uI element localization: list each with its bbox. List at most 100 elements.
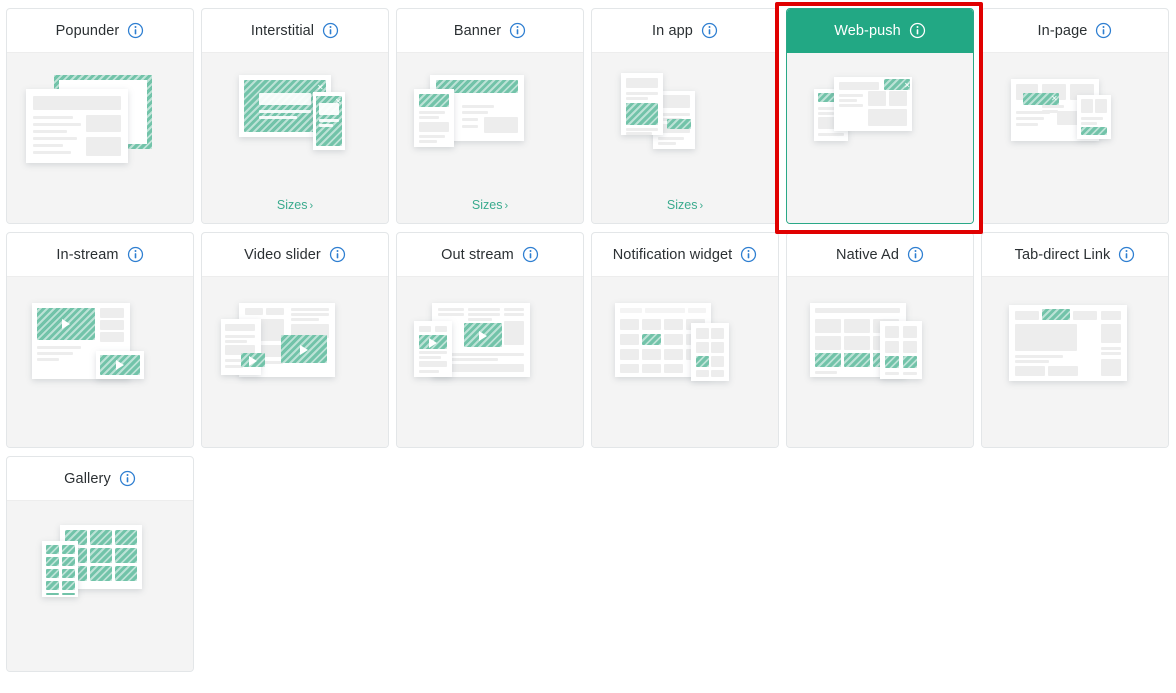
format-card-notification-widget[interactable]: Notification widget: [591, 232, 779, 448]
format-card-header[interactable]: Notification widget: [592, 233, 778, 277]
info-icon[interactable]: [127, 246, 144, 263]
format-card-preview: [397, 277, 583, 447]
format-thumbnail-popunder: [20, 67, 180, 171]
info-icon[interactable]: [1118, 246, 1135, 263]
mock-block: [419, 326, 431, 332]
info-icon-wrap[interactable]: [1118, 246, 1135, 263]
mock-line: [1101, 347, 1121, 350]
mock-block: [1073, 311, 1097, 320]
format-card-header[interactable]: In-page: [982, 9, 1168, 53]
info-icon[interactable]: [322, 22, 339, 39]
sizes-link[interactable]: Sizes ›: [202, 198, 388, 212]
mock-line: [1016, 117, 1044, 120]
format-card-header[interactable]: Tab-direct Link: [982, 233, 1168, 277]
close-icon[interactable]: ✕: [317, 84, 324, 92]
format-card-out-stream[interactable]: Out stream: [396, 232, 584, 448]
sizes-link[interactable]: Sizes ›: [592, 198, 778, 212]
format-card-native-ad[interactable]: Native Ad: [786, 232, 974, 448]
mock-line: [462, 118, 478, 121]
mock-ad-slot: [115, 566, 137, 581]
info-icon[interactable]: [740, 246, 757, 263]
info-icon-wrap[interactable]: [127, 246, 144, 263]
info-icon-wrap[interactable]: [909, 22, 926, 39]
info-icon-wrap[interactable]: [509, 22, 526, 39]
mock-block: [100, 320, 124, 330]
close-icon[interactable]: ✕: [1051, 95, 1058, 103]
info-icon[interactable]: [907, 246, 924, 263]
info-icon[interactable]: [1095, 22, 1112, 39]
info-icon[interactable]: [119, 470, 136, 487]
format-thumbnail-in-page: ✕: [995, 67, 1155, 171]
mock-block: [86, 115, 121, 132]
format-card-header[interactable]: Banner: [397, 9, 583, 53]
mock-line: [1016, 111, 1050, 114]
mock-line: [438, 313, 464, 316]
info-icon[interactable]: [509, 22, 526, 39]
format-card-banner[interactable]: Banner Sizes ›: [396, 8, 584, 224]
format-card-header[interactable]: Video slider: [202, 233, 388, 277]
format-card-header[interactable]: Web-push: [787, 9, 973, 53]
chevron-right-icon: ›: [504, 200, 509, 212]
format-thumbnail-gallery: [20, 515, 180, 619]
format-card-interstitial[interactable]: Interstitial ✕ ✕ Sizes ›: [201, 8, 389, 224]
mock-block: [626, 78, 658, 88]
format-card-in-stream[interactable]: In-stream: [6, 232, 194, 448]
format-card-gallery[interactable]: Gallery: [6, 456, 194, 672]
mock-ad-slot: [1042, 309, 1070, 320]
info-icon-wrap[interactable]: [329, 246, 346, 263]
format-card-video-slider[interactable]: Video slider: [201, 232, 389, 448]
format-card-title: Tab-direct Link: [1014, 246, 1111, 263]
format-card-preview: Sizes ›: [592, 53, 778, 223]
mock-line: [462, 125, 478, 128]
info-icon[interactable]: [127, 22, 144, 39]
mock-block: [1095, 99, 1107, 113]
info-icon-wrap[interactable]: [322, 22, 339, 39]
format-card-web-push[interactable]: Web-push ✕: [786, 8, 974, 224]
info-icon-wrap[interactable]: [907, 246, 924, 263]
mock-ad-slot: [62, 545, 75, 554]
format-card-header[interactable]: In app: [592, 9, 778, 53]
format-card-header[interactable]: Popunder: [7, 9, 193, 53]
info-icon[interactable]: [701, 22, 718, 39]
mock-line: [462, 105, 494, 108]
sizes-link-label: Sizes: [471, 198, 503, 212]
mock-block: [903, 341, 917, 353]
info-icon-wrap[interactable]: [119, 470, 136, 487]
mock-line: [37, 352, 73, 355]
play-icon: [116, 360, 124, 370]
format-card-title: Web-push: [834, 22, 901, 39]
info-icon[interactable]: [909, 22, 926, 39]
format-thumbnail-web-push: ✕: [800, 67, 960, 171]
mock-block: [620, 334, 639, 345]
format-card-in-page[interactable]: In-page ✕: [981, 8, 1169, 224]
info-icon[interactable]: [522, 246, 539, 263]
format-card-in-app[interactable]: In app Sizes ›: [591, 8, 779, 224]
info-icon-wrap[interactable]: [127, 22, 144, 39]
info-icon-wrap[interactable]: [1095, 22, 1112, 39]
info-icon[interactable]: [329, 246, 346, 263]
mock-block: [696, 370, 709, 377]
mock-block: [1015, 324, 1077, 351]
sizes-link[interactable]: Sizes ›: [397, 198, 583, 212]
format-card-header[interactable]: Interstitial: [202, 9, 388, 53]
format-thumbnail-in-app: [605, 67, 765, 171]
format-card-tab-direct-link[interactable]: Tab-direct Link: [981, 232, 1169, 448]
format-card-popunder[interactable]: Popunder: [6, 8, 194, 224]
mock-ad-slot: [626, 103, 658, 125]
mock-line: [468, 318, 492, 321]
format-card-preview: ✕: [787, 53, 973, 223]
format-thumbnail-in-stream: [20, 291, 180, 395]
format-card-header[interactable]: Out stream: [397, 233, 583, 277]
info-icon-wrap[interactable]: [701, 22, 718, 39]
info-icon-wrap[interactable]: [522, 246, 539, 263]
mock-block: [696, 328, 709, 339]
close-icon[interactable]: ✕: [904, 82, 911, 90]
mock-line: [626, 97, 648, 100]
mock-block: [620, 308, 642, 313]
mock-line: [291, 308, 329, 311]
format-card-header[interactable]: Gallery: [7, 457, 193, 501]
info-icon-wrap[interactable]: [740, 246, 757, 263]
close-icon[interactable]: ✕: [335, 98, 342, 106]
format-card-header[interactable]: In-stream: [7, 233, 193, 277]
format-card-header[interactable]: Native Ad: [787, 233, 973, 277]
